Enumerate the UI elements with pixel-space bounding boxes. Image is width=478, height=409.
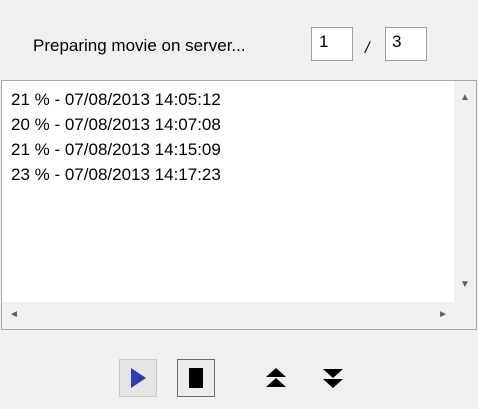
scroll-down-icon[interactable]: ▼: [460, 280, 470, 290]
list-item[interactable]: 20 % - 07/08/2013 14:07:08: [11, 115, 221, 140]
stop-button[interactable]: [177, 359, 215, 397]
current-index-field[interactable]: 1: [311, 27, 353, 61]
status-row: Preparing movie on server... 1 / 3: [0, 0, 478, 88]
horizontal-scrollbar[interactable]: ◄ ►: [2, 302, 454, 329]
list-item[interactable]: 23 % - 07/08/2013 14:17:23: [11, 165, 221, 190]
list-item[interactable]: 21 % - 07/08/2013 14:15:09: [11, 140, 221, 165]
total-count-field[interactable]: 3: [385, 27, 427, 61]
stop-icon: [189, 368, 203, 388]
log-entries: 21 % - 07/08/2013 14:05:12 20 % - 07/08/…: [11, 90, 221, 190]
vertical-scrollbar[interactable]: ▲ ▼: [454, 81, 476, 302]
index-separator: /: [365, 40, 370, 57]
list-item[interactable]: 21 % - 07/08/2013 14:05:12: [11, 90, 221, 115]
scroll-left-icon[interactable]: ◄: [9, 310, 19, 320]
progress-log-list[interactable]: 21 % - 07/08/2013 14:05:12 20 % - 07/08/…: [1, 80, 477, 330]
move-down-button[interactable]: [314, 359, 352, 397]
move-up-icon: [266, 368, 286, 387]
move-up-button[interactable]: [257, 359, 295, 397]
scroll-right-icon[interactable]: ►: [438, 310, 448, 320]
move-down-icon: [323, 369, 343, 388]
scroll-up-icon[interactable]: ▲: [460, 93, 470, 103]
scrollbar-corner: [454, 302, 476, 329]
status-label: Preparing movie on server...: [33, 36, 246, 55]
playback-controls: [0, 355, 478, 409]
play-icon: [131, 368, 146, 388]
play-button[interactable]: [119, 359, 157, 397]
